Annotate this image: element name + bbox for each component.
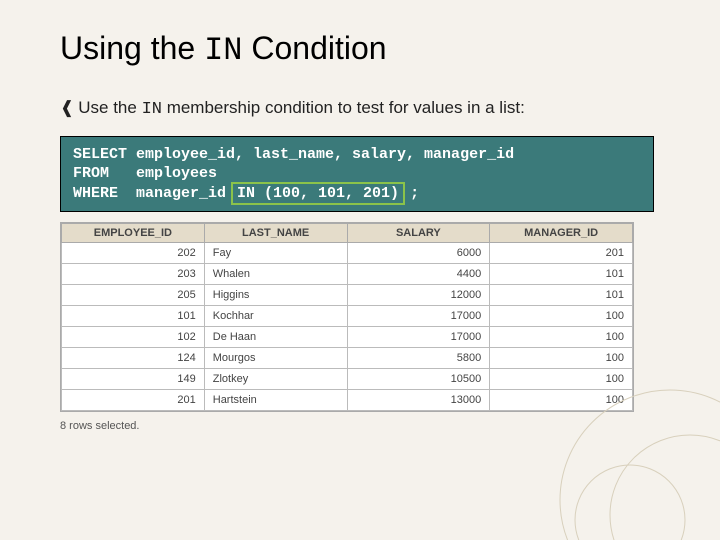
- cell-employee-id: 202: [62, 243, 205, 264]
- cell-salary: 13000: [347, 390, 490, 411]
- cell-salary: 5800: [347, 348, 490, 369]
- cell-salary: 17000: [347, 306, 490, 327]
- rows-selected-status: 8 rows selected.: [60, 420, 670, 432]
- cell-employee-id: 102: [62, 327, 205, 348]
- col-last-name: LAST_NAME: [204, 224, 347, 243]
- cell-employee-id: 101: [62, 306, 205, 327]
- cell-employee-id: 205: [62, 285, 205, 306]
- sql-line3a: WHERE manager_id: [73, 185, 235, 202]
- cell-salary: 6000: [347, 243, 490, 264]
- slide-title: Using the IN Condition: [60, 30, 670, 69]
- table-row: 102De Haan17000100: [62, 327, 633, 348]
- cell-employee-id: 201: [62, 390, 205, 411]
- cell-salary: 10500: [347, 369, 490, 390]
- bullet-text: ❰Use the IN membership condition to test…: [60, 97, 670, 122]
- cell-last-name: Zlotkey: [204, 369, 347, 390]
- sql-highlight: IN (100, 101, 201): [231, 182, 405, 206]
- cell-salary: 12000: [347, 285, 490, 306]
- cell-last-name: Mourgos: [204, 348, 347, 369]
- cell-salary: 17000: [347, 327, 490, 348]
- table-header-row: EMPLOYEE_ID LAST_NAME SALARY MANAGER_ID: [62, 224, 633, 243]
- bullet-icon: ❰: [60, 98, 74, 117]
- title-mono: IN: [204, 32, 242, 69]
- table-row: 201Hartstein13000100: [62, 390, 633, 411]
- result-table-wrap: EMPLOYEE_ID LAST_NAME SALARY MANAGER_ID …: [60, 222, 634, 412]
- bullet-t1: Use the: [78, 98, 141, 117]
- cell-employee-id: 203: [62, 264, 205, 285]
- cell-manager-id: 201: [490, 243, 633, 264]
- cell-last-name: De Haan: [204, 327, 347, 348]
- table-row: 101Kochhar17000100: [62, 306, 633, 327]
- cell-employee-id: 124: [62, 348, 205, 369]
- bullet-t2: membership condition to test for values …: [162, 98, 525, 117]
- cell-manager-id: 100: [490, 348, 633, 369]
- cell-last-name: Fay: [204, 243, 347, 264]
- cell-last-name: Higgins: [204, 285, 347, 306]
- bullet-mono: IN: [142, 100, 162, 119]
- cell-manager-id: 100: [490, 327, 633, 348]
- table-row: 205Higgins12000101: [62, 285, 633, 306]
- sql-line1: SELECT employee_id, last_name, salary, m…: [73, 146, 514, 163]
- table-row: 203Whalen4400101: [62, 264, 633, 285]
- cell-manager-id: 101: [490, 264, 633, 285]
- sql-line3b: ;: [401, 185, 419, 202]
- sql-line2: FROM employees: [73, 165, 217, 182]
- title-after: Condition: [242, 30, 386, 66]
- cell-last-name: Whalen: [204, 264, 347, 285]
- cell-manager-id: 101: [490, 285, 633, 306]
- cell-manager-id: 100: [490, 306, 633, 327]
- title-before: Using the: [60, 30, 204, 66]
- cell-salary: 4400: [347, 264, 490, 285]
- cell-manager-id: 100: [490, 369, 633, 390]
- cell-last-name: Kochhar: [204, 306, 347, 327]
- col-salary: SALARY: [347, 224, 490, 243]
- col-manager-id: MANAGER_ID: [490, 224, 633, 243]
- sql-code-block: SELECT employee_id, last_name, salary, m…: [60, 136, 654, 213]
- cell-employee-id: 149: [62, 369, 205, 390]
- result-table: EMPLOYEE_ID LAST_NAME SALARY MANAGER_ID …: [61, 223, 633, 411]
- cell-last-name: Hartstein: [204, 390, 347, 411]
- col-employee-id: EMPLOYEE_ID: [62, 224, 205, 243]
- cell-manager-id: 100: [490, 390, 633, 411]
- table-row: 202Fay6000201: [62, 243, 633, 264]
- table-row: 124Mourgos5800100: [62, 348, 633, 369]
- table-row: 149Zlotkey10500100: [62, 369, 633, 390]
